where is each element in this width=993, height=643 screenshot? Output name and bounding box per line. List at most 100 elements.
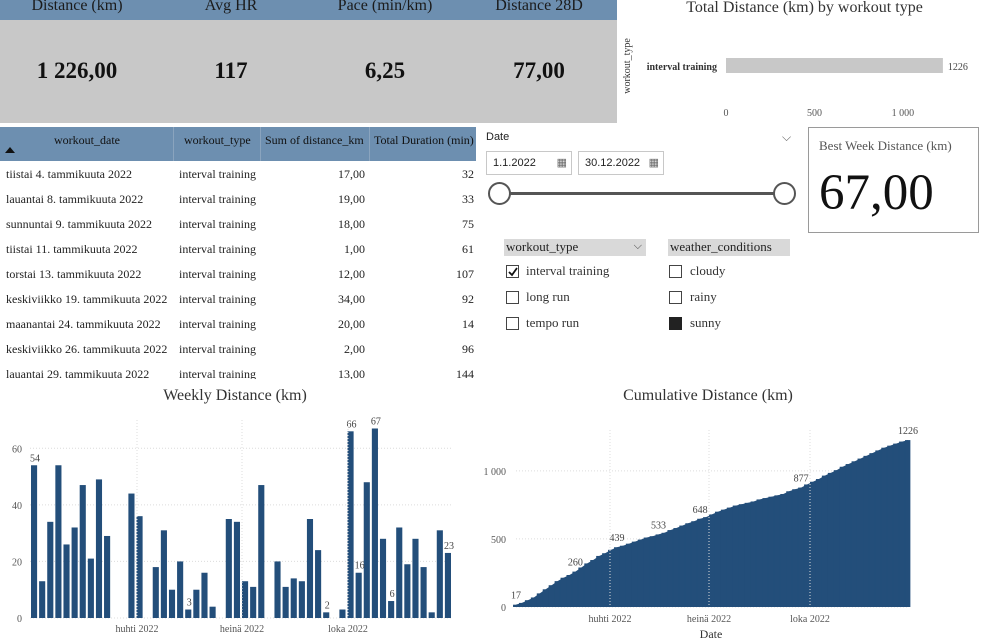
- checkbox-tempo-run[interactable]: [506, 317, 519, 330]
- table-row[interactable]: keskiviikko 26. tammikuuta 2022 interval …: [0, 338, 476, 363]
- cumulative-point[interactable]: [774, 495, 780, 607]
- table-row[interactable]: lauantai 8. tammikuuta 2022 interval trai…: [0, 188, 476, 213]
- type-chart[interactable]: workout_type interval training 1226 0 500 1…: [617, 20, 993, 122]
- cumulative-point[interactable]: [744, 502, 751, 607]
- weekly-bar[interactable]: [55, 465, 62, 618]
- cumulative-point[interactable]: [738, 504, 745, 607]
- weekly-bar[interactable]: [420, 567, 427, 618]
- weekly-bar[interactable]: [412, 538, 419, 618]
- cumulative-point[interactable]: [905, 440, 911, 607]
- cumulative-point[interactable]: [750, 501, 756, 607]
- cumulative-point[interactable]: [625, 543, 632, 607]
- cumulative-point[interactable]: [833, 470, 840, 607]
- table-row[interactable]: lauantai 29. tammikuuta 2022 interval tra…: [0, 363, 476, 379]
- table-row[interactable]: tiistai 4. tammikuuta 2022 interval train…: [0, 163, 476, 188]
- cumulative-point[interactable]: [863, 455, 869, 607]
- cumulative-point[interactable]: [524, 600, 531, 607]
- cumulative-point[interactable]: [815, 479, 822, 607]
- checkbox-cloudy[interactable]: [669, 265, 682, 278]
- checkbox-long-run[interactable]: [506, 291, 519, 304]
- weekly-bar[interactable]: [47, 521, 54, 618]
- weekly-bar[interactable]: [160, 530, 167, 618]
- weekly-bar[interactable]: [193, 589, 200, 618]
- cumulative-point[interactable]: [649, 536, 655, 607]
- cumulative-point[interactable]: [768, 496, 774, 607]
- cumulative-point[interactable]: [530, 597, 537, 607]
- type-bar[interactable]: [726, 58, 943, 73]
- cumulative-point[interactable]: [887, 445, 893, 607]
- date-range-start-handle[interactable]: [488, 182, 511, 205]
- chevron-down-icon[interactable]: ⌵: [634, 239, 642, 253]
- weekly-bar[interactable]: [274, 561, 281, 618]
- date-end-input[interactable]: 30.12.2022 ▦: [578, 151, 664, 175]
- cumulative-point[interactable]: [554, 581, 560, 607]
- weekly-bar[interactable]: [388, 601, 395, 618]
- weekly-bar[interactable]: [71, 527, 78, 618]
- cumulative-point[interactable]: [643, 537, 650, 607]
- weekly-bar[interactable]: [242, 581, 249, 618]
- cumulative-point[interactable]: [786, 491, 792, 607]
- table-row[interactable]: keskiviikko 19. tammikuuta 2022 interval …: [0, 288, 476, 313]
- chevron-down-icon[interactable]: ⌵: [782, 130, 791, 145]
- calendar-icon[interactable]: ▦: [649, 156, 659, 169]
- cumulative-point[interactable]: [821, 475, 828, 607]
- weekly-bar[interactable]: [339, 609, 346, 618]
- cumulative-point[interactable]: [691, 521, 697, 607]
- weekly-bar[interactable]: [355, 572, 362, 618]
- weekly-bar[interactable]: [436, 530, 443, 618]
- cumulative-point[interactable]: [614, 547, 620, 607]
- cumulative-point[interactable]: [679, 525, 685, 607]
- weekly-bar[interactable]: [128, 493, 135, 618]
- table-row[interactable]: sunnuntai 9. tammikuuta 2022 interval tra…: [0, 213, 476, 238]
- cumulative-point[interactable]: [869, 453, 875, 607]
- cumulative-point[interactable]: [845, 464, 851, 607]
- cumulative-point[interactable]: [851, 461, 857, 607]
- col-header-date[interactable]: workout_date: [54, 133, 120, 148]
- cumulative-point[interactable]: [726, 507, 733, 607]
- weather-slicer-header[interactable]: weather_conditions: [668, 239, 790, 256]
- weekly-bar[interactable]: [233, 521, 240, 618]
- cumulative-point[interactable]: [714, 511, 721, 607]
- weekly-bar[interactable]: [39, 581, 46, 618]
- weather-option-label[interactable]: rainy: [690, 289, 717, 305]
- cumulative-point[interactable]: [542, 589, 549, 607]
- cumulative-point[interactable]: [720, 509, 727, 607]
- cumulative-point[interactable]: [518, 602, 525, 607]
- weekly-bar[interactable]: [250, 586, 257, 618]
- cumulative-point[interactable]: [584, 563, 590, 607]
- cumulative-point[interactable]: [703, 517, 709, 607]
- cumulative-point[interactable]: [619, 545, 626, 607]
- cumulative-point[interactable]: [590, 560, 596, 607]
- workout-type-slicer-header[interactable]: workout_type ⌵: [504, 239, 646, 256]
- cumulative-point[interactable]: [804, 484, 810, 607]
- cumulative-point[interactable]: [596, 555, 602, 607]
- date-start-input[interactable]: 1.1.2022 ▦: [486, 151, 572, 175]
- cumulative-point[interactable]: [602, 553, 608, 607]
- weather-option-label[interactable]: cloudy: [690, 263, 725, 279]
- weekly-bar[interactable]: [177, 561, 184, 618]
- table-row[interactable]: tiistai 11. tammikuuta 2022 interval trai…: [0, 238, 476, 263]
- weekly-bar[interactable]: [87, 558, 94, 618]
- weekly-bar[interactable]: [258, 485, 265, 618]
- cumulative-point[interactable]: [661, 532, 667, 607]
- cumulative-point[interactable]: [673, 528, 679, 607]
- sort-ascending-icon[interactable]: [5, 147, 15, 153]
- weekly-bar[interactable]: [404, 564, 411, 618]
- workouts-table[interactable]: workout_date workout_type Sum of distanc…: [0, 127, 476, 379]
- weekly-bar[interactable]: [152, 567, 159, 618]
- cumulative-point[interactable]: [893, 443, 899, 607]
- date-range-track[interactable]: [498, 192, 784, 195]
- cumulative-point[interactable]: [732, 505, 739, 607]
- cumulative-point[interactable]: [798, 487, 804, 607]
- cumulative-point[interactable]: [697, 518, 703, 607]
- weekly-bar[interactable]: [428, 612, 435, 618]
- cumulative-point[interactable]: [762, 498, 768, 607]
- weekly-bar[interactable]: [168, 589, 176, 618]
- calendar-icon[interactable]: ▦: [557, 156, 567, 169]
- cumulative-point[interactable]: [566, 575, 572, 607]
- checkbox-rainy[interactable]: [669, 291, 682, 304]
- cumulative-point[interactable]: [899, 441, 905, 607]
- weekly-bar[interactable]: [63, 544, 70, 618]
- col-header-distance[interactable]: Sum of distance_km: [265, 133, 364, 148]
- checkbox-interval-training[interactable]: [506, 265, 519, 278]
